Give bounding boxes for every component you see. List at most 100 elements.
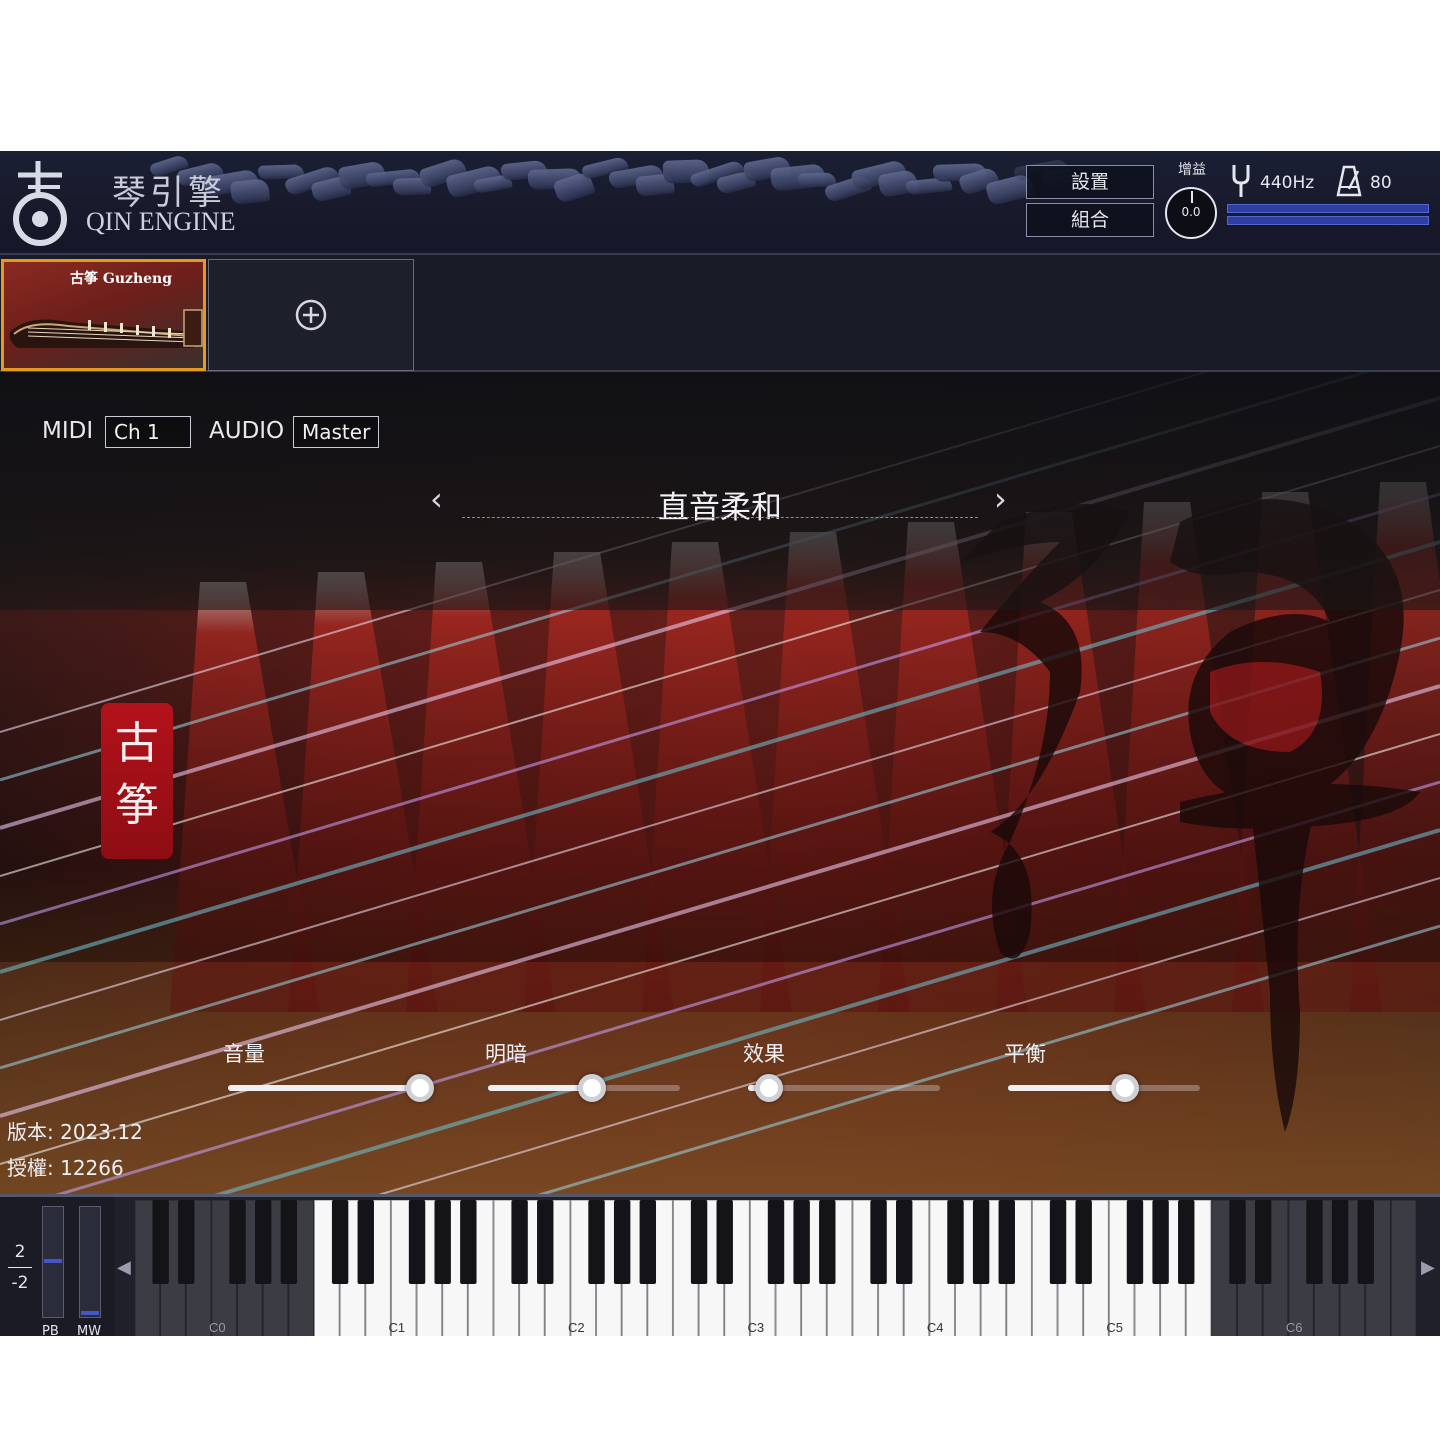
pitch-bend-wheel[interactable]: [42, 1206, 64, 1318]
midi-label: MIDI: [42, 418, 94, 444]
pitch-bend-range-up: 2: [14, 1242, 26, 1262]
black-key[interactable]: [896, 1200, 913, 1284]
plus-circle-icon[interactable]: [295, 299, 327, 331]
preset-name[interactable]: 直音柔和: [462, 482, 978, 527]
audio-output-select[interactable]: Master: [293, 416, 379, 448]
piano-keyboard[interactable]: C0 C1 C2 C3 C4 C5 C6: [135, 1200, 1417, 1336]
black-key[interactable]: [408, 1200, 426, 1284]
octave-label: C1: [388, 1320, 405, 1335]
output-meter-left: [1227, 204, 1429, 213]
black-key[interactable]: [357, 1200, 374, 1284]
balance-label: 平衡: [1004, 1042, 1046, 1066]
black-key[interactable]: [537, 1200, 554, 1284]
black-key[interactable]: [1049, 1200, 1067, 1284]
octave-label: C0: [209, 1320, 226, 1335]
black-key[interactable]: [819, 1200, 836, 1284]
combo-button[interactable]: 組合: [1026, 203, 1154, 237]
gain-knob-indicator: [1191, 191, 1193, 203]
black-key[interactable]: [1075, 1200, 1092, 1284]
octave-label: C2: [568, 1320, 585, 1335]
volume-slider-fill: [228, 1085, 420, 1091]
keyboard-panel: 2 -2 PB MW ◀ C0 C1 C2 C3 C4 C5 C6 ▶: [0, 1194, 1440, 1336]
octave-label: C5: [1106, 1320, 1123, 1335]
plugin-window: 琴引擎 QIN ENGINE 設置 組合 增益 0.0 440Hz 80 古筝 …: [0, 151, 1440, 1336]
effect-slider-thumb[interactable]: [755, 1074, 784, 1102]
tuning-value[interactable]: 440Hz: [1260, 173, 1314, 193]
brand-name-english: QIN ENGINE: [86, 207, 236, 236]
mod-wheel-marker: [81, 1311, 99, 1315]
brightness-slider[interactable]: [488, 1074, 680, 1102]
tempo-value[interactable]: 80: [1370, 173, 1392, 193]
octave-label: C6: [1286, 1320, 1303, 1335]
logo-icon: [13, 161, 67, 246]
black-key[interactable]: [588, 1200, 605, 1284]
tuning-fork-icon[interactable]: [1230, 163, 1252, 199]
pitch-bend-range[interactable]: 2 -2: [8, 1237, 32, 1298]
gain-label: 增益: [1178, 162, 1206, 178]
black-key[interactable]: [639, 1200, 657, 1284]
brightness-slider-thumb[interactable]: [577, 1074, 606, 1102]
instrument-slot-bar: 古筝 Guzheng: [0, 255, 1440, 372]
black-key[interactable]: [1357, 1200, 1374, 1284]
keyboard-scroll-left[interactable]: ◀: [117, 1257, 131, 1278]
black-key[interactable]: [1306, 1200, 1323, 1284]
instrument-badge-text: 古筝: [115, 718, 159, 831]
black-key[interactable]: [229, 1200, 246, 1284]
instrument-slot-guzheng[interactable]: 古筝 Guzheng: [1, 259, 206, 371]
balance-slider-fill: [1008, 1085, 1126, 1091]
black-key[interactable]: [152, 1200, 169, 1284]
instrument-panel: MIDI Ch 1 AUDIO Master ‹ 直音柔和 › 古筝 音量 明暗…: [0, 372, 1440, 1194]
black-key[interactable]: [716, 1200, 733, 1284]
black-key[interactable]: [972, 1200, 990, 1284]
preset-underline: [462, 517, 978, 518]
instrument-badge: 古筝: [101, 703, 173, 859]
black-key[interactable]: [998, 1200, 1015, 1284]
preset-prev-button[interactable]: ‹: [430, 480, 443, 518]
volume-slider[interactable]: [228, 1074, 434, 1102]
black-key[interactable]: [870, 1200, 887, 1284]
balance-slider[interactable]: [1008, 1074, 1200, 1102]
gain-value: 0.0: [1181, 205, 1201, 219]
mod-wheel-label: MW: [77, 1324, 102, 1336]
black-key[interactable]: [434, 1200, 451, 1284]
balance-slider-thumb[interactable]: [1111, 1074, 1140, 1102]
header-bar: 琴引擎 QIN ENGINE 設置 組合 增益 0.0 440Hz 80: [0, 151, 1440, 255]
audio-label: AUDIO: [209, 418, 285, 444]
black-key[interactable]: [331, 1200, 349, 1284]
roof-tile: [229, 178, 271, 205]
black-key[interactable]: [255, 1200, 272, 1284]
volume-slider-thumb[interactable]: [406, 1074, 434, 1102]
black-key[interactable]: [947, 1200, 964, 1284]
black-key[interactable]: [1152, 1200, 1169, 1284]
black-key[interactable]: [1331, 1200, 1349, 1284]
preset-next-button[interactable]: ›: [994, 480, 1007, 518]
black-key[interactable]: [1178, 1200, 1195, 1284]
slot-title: 古筝 Guzheng: [70, 271, 173, 287]
black-key[interactable]: [793, 1200, 810, 1284]
black-key[interactable]: [1229, 1200, 1246, 1284]
keyboard-scroll-right[interactable]: ▶: [1421, 1257, 1435, 1278]
black-key[interactable]: [767, 1200, 785, 1284]
octave-label: C3: [747, 1320, 764, 1335]
gain-knob[interactable]: 0.0: [1165, 187, 1217, 239]
add-instrument-slot[interactable]: [208, 259, 414, 371]
black-key[interactable]: [280, 1200, 298, 1284]
brightness-slider-fill: [488, 1085, 592, 1091]
midi-channel-select[interactable]: Ch 1: [105, 416, 191, 448]
black-key[interactable]: [690, 1200, 708, 1284]
output-meter-right: [1227, 216, 1429, 225]
black-key[interactable]: [1254, 1200, 1272, 1284]
black-key[interactable]: [460, 1200, 477, 1284]
wheel-controls: 2 -2 PB MW: [0, 1197, 114, 1336]
guzheng-thumbnail-icon: [9, 309, 203, 348]
version-info: 版本: 2023.12: [7, 1120, 143, 1144]
settings-button[interactable]: 設置: [1026, 165, 1154, 199]
black-key[interactable]: [178, 1200, 195, 1284]
black-key[interactable]: [511, 1200, 528, 1284]
black-key[interactable]: [613, 1200, 631, 1284]
mod-wheel[interactable]: [79, 1206, 101, 1318]
white-key[interactable]: [1390, 1200, 1417, 1336]
metronome-icon[interactable]: [1336, 165, 1362, 197]
black-key[interactable]: [1126, 1200, 1144, 1284]
effect-slider[interactable]: [748, 1074, 940, 1102]
